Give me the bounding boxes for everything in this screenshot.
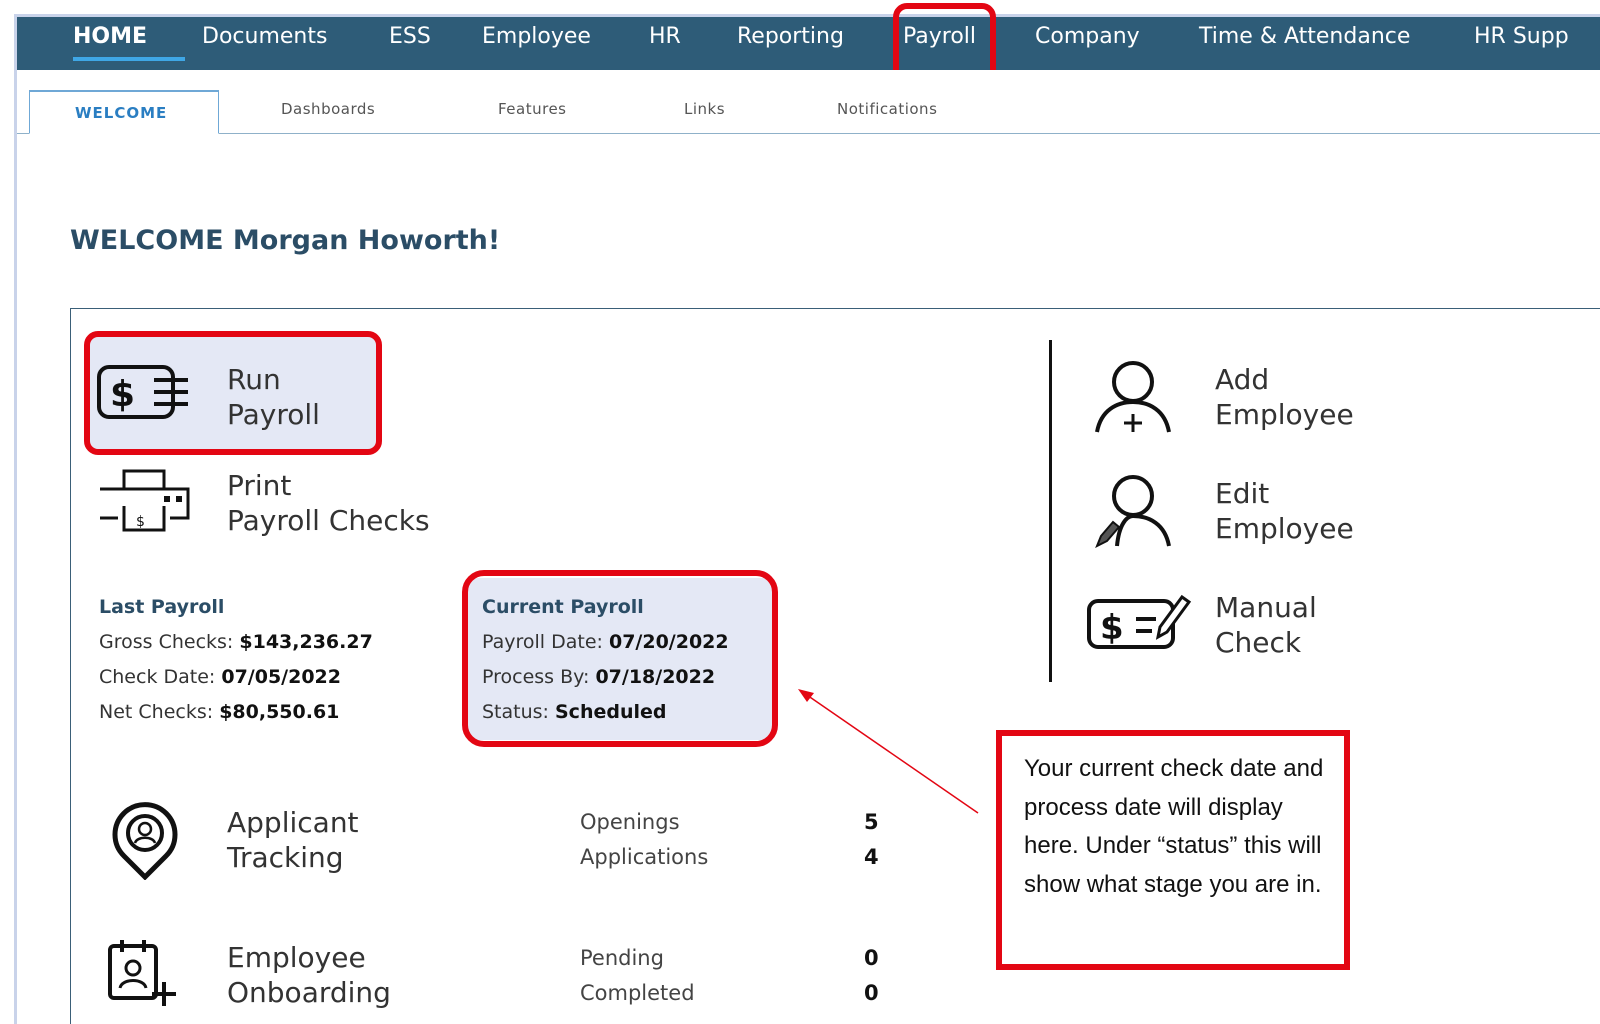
current-payroll-red-box: [462, 570, 778, 747]
check-date-label: Check Date:: [99, 666, 222, 688]
net-checks-value: $80,550.61: [219, 701, 340, 723]
manual-check-line1: Manual: [1215, 591, 1317, 624]
svg-text:$: $: [1100, 608, 1124, 648]
print-checks-line2: Payroll Checks: [227, 504, 430, 537]
tab-links[interactable]: Links: [684, 100, 725, 118]
employee-onboarding-line1: Employee: [227, 941, 366, 974]
location-pin-icon[interactable]: [108, 800, 182, 880]
column-divider: [1049, 340, 1052, 682]
completed-value: 0: [864, 981, 879, 1005]
nav-ess[interactable]: ESS: [389, 17, 431, 70]
print-checks-link[interactable]: Print Payroll Checks: [227, 468, 430, 538]
last-payroll-section: Last Payroll Gross Checks: $143,236.27 C…: [99, 590, 373, 730]
net-checks-label: Net Checks:: [99, 701, 220, 723]
tab-features[interactable]: Features: [498, 100, 567, 118]
gross-checks-label: Gross Checks:: [99, 631, 240, 653]
applications-label: Applications: [580, 845, 709, 869]
printer-icon[interactable]: $: [98, 468, 190, 534]
completed-label: Completed: [580, 981, 695, 1005]
nav-time-attendance[interactable]: Time & Attendance: [1199, 17, 1410, 70]
openings-label: Openings: [580, 810, 680, 834]
tab-dashboards[interactable]: Dashboards: [281, 100, 375, 118]
gross-checks-value: $143,236.27: [239, 631, 373, 653]
svg-text:$: $: [136, 514, 145, 530]
applicant-tracking-link[interactable]: Applicant Tracking: [227, 805, 359, 875]
nav-employee[interactable]: Employee: [482, 17, 591, 70]
page-title: WELCOME Morgan Howorth!: [70, 225, 501, 256]
gross-checks-row: Gross Checks: $143,236.27: [99, 625, 373, 660]
tab-notifications[interactable]: Notifications: [837, 100, 937, 118]
edit-employee-link[interactable]: Edit Employee: [1215, 476, 1354, 546]
edit-employee-line2: Employee: [1215, 512, 1354, 545]
applicant-tracking-line2: Tracking: [227, 841, 344, 874]
add-employee-link[interactable]: Add Employee: [1215, 362, 1354, 432]
edit-user-icon[interactable]: [1093, 474, 1173, 548]
nav-reporting[interactable]: Reporting: [737, 17, 844, 70]
callout-text: Your current check date and process date…: [1024, 755, 1324, 898]
nav-hr-support[interactable]: HR Supp: [1474, 17, 1569, 70]
manual-check-link[interactable]: Manual Check: [1215, 590, 1317, 660]
annotation-callout: Your current check date and process date…: [996, 730, 1350, 970]
nav-home[interactable]: HOME: [73, 17, 147, 70]
add-employee-line2: Employee: [1215, 398, 1354, 431]
edit-employee-line1: Edit: [1215, 477, 1270, 510]
nav-company[interactable]: Company: [1035, 17, 1140, 70]
nav-documents[interactable]: Documents: [202, 17, 327, 70]
sub-tabs: WELCOME Dashboards Features Links Notifi…: [17, 70, 1600, 134]
nav-home-underline: [73, 57, 185, 61]
employee-onboarding-line2: Onboarding: [227, 976, 391, 1009]
pending-label: Pending: [580, 946, 664, 970]
check-date-value: 07/05/2022: [221, 666, 341, 688]
applications-value: 4: [864, 845, 879, 869]
top-nav: HOME Documents ESS Employee HR Reporting…: [17, 17, 1600, 70]
add-employee-line1: Add: [1215, 363, 1270, 396]
nav-hr[interactable]: HR: [649, 17, 681, 70]
onboarding-calendar-icon[interactable]: [106, 936, 180, 1008]
pending-value: 0: [864, 946, 879, 970]
applicant-tracking-line1: Applicant: [227, 806, 359, 839]
manual-check-line2: Check: [1215, 626, 1302, 659]
run-payroll-red-box: [84, 331, 382, 455]
annotation-arrow: [798, 689, 979, 814]
employee-onboarding-link[interactable]: Employee Onboarding: [227, 940, 391, 1010]
net-checks-row: Net Checks: $80,550.61: [99, 695, 373, 730]
last-payroll-title: Last Payroll: [99, 596, 225, 618]
print-checks-line1: Print: [227, 469, 292, 502]
add-user-icon[interactable]: [1093, 360, 1173, 434]
manual-check-icon[interactable]: $: [1086, 593, 1192, 653]
tab-welcome[interactable]: WELCOME: [29, 90, 219, 134]
check-date-row: Check Date: 07/05/2022: [99, 660, 373, 695]
tab-welcome-label: WELCOME: [75, 104, 168, 122]
